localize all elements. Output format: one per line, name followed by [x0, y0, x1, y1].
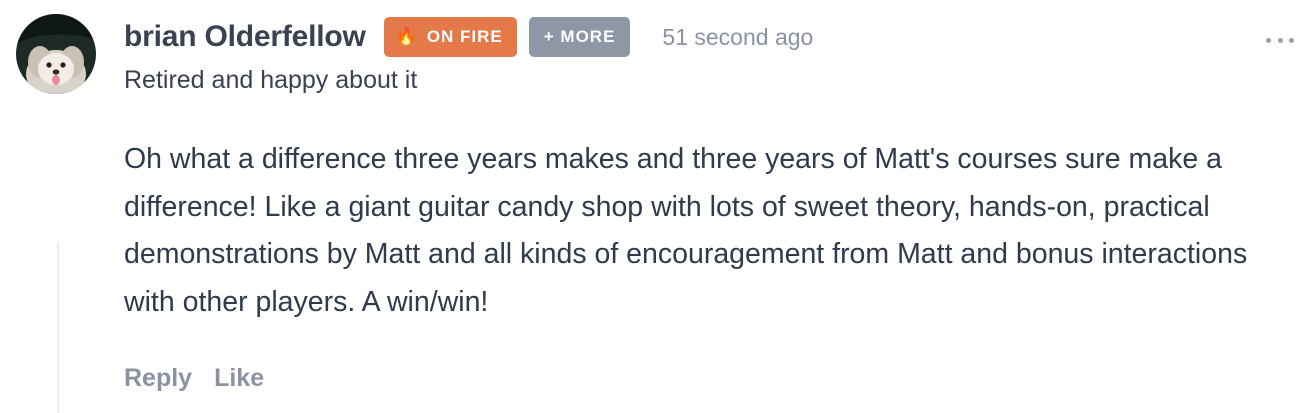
comment-header: brian Olderfellow 🔥 ON FIRE + MORE 51 se…: [124, 17, 813, 57]
fire-icon: 🔥: [395, 27, 417, 46]
comment-actions: Reply Like: [124, 364, 264, 393]
comment-timestamp[interactable]: 51 second ago: [662, 24, 813, 51]
on-fire-label: ON FIRE: [426, 27, 503, 46]
more-badges-button[interactable]: + MORE: [528, 17, 631, 57]
dog-avatar-image: [16, 14, 96, 94]
author-tagline: Retired and happy about it: [124, 66, 418, 94]
dot: [1289, 37, 1294, 43]
on-fire-badge: 🔥 ON FIRE: [383, 17, 517, 57]
more-options-icon[interactable]: [1266, 30, 1294, 50]
avatar[interactable]: [16, 14, 96, 94]
thread-line: [57, 243, 59, 413]
like-button[interactable]: Like: [214, 364, 264, 393]
author-name[interactable]: brian Olderfellow: [124, 20, 366, 54]
dot: [1277, 37, 1283, 43]
comment-body: Oh what a difference three years makes a…: [124, 143, 1248, 318]
dot: [1266, 37, 1271, 43]
reply-button[interactable]: Reply: [124, 364, 192, 393]
